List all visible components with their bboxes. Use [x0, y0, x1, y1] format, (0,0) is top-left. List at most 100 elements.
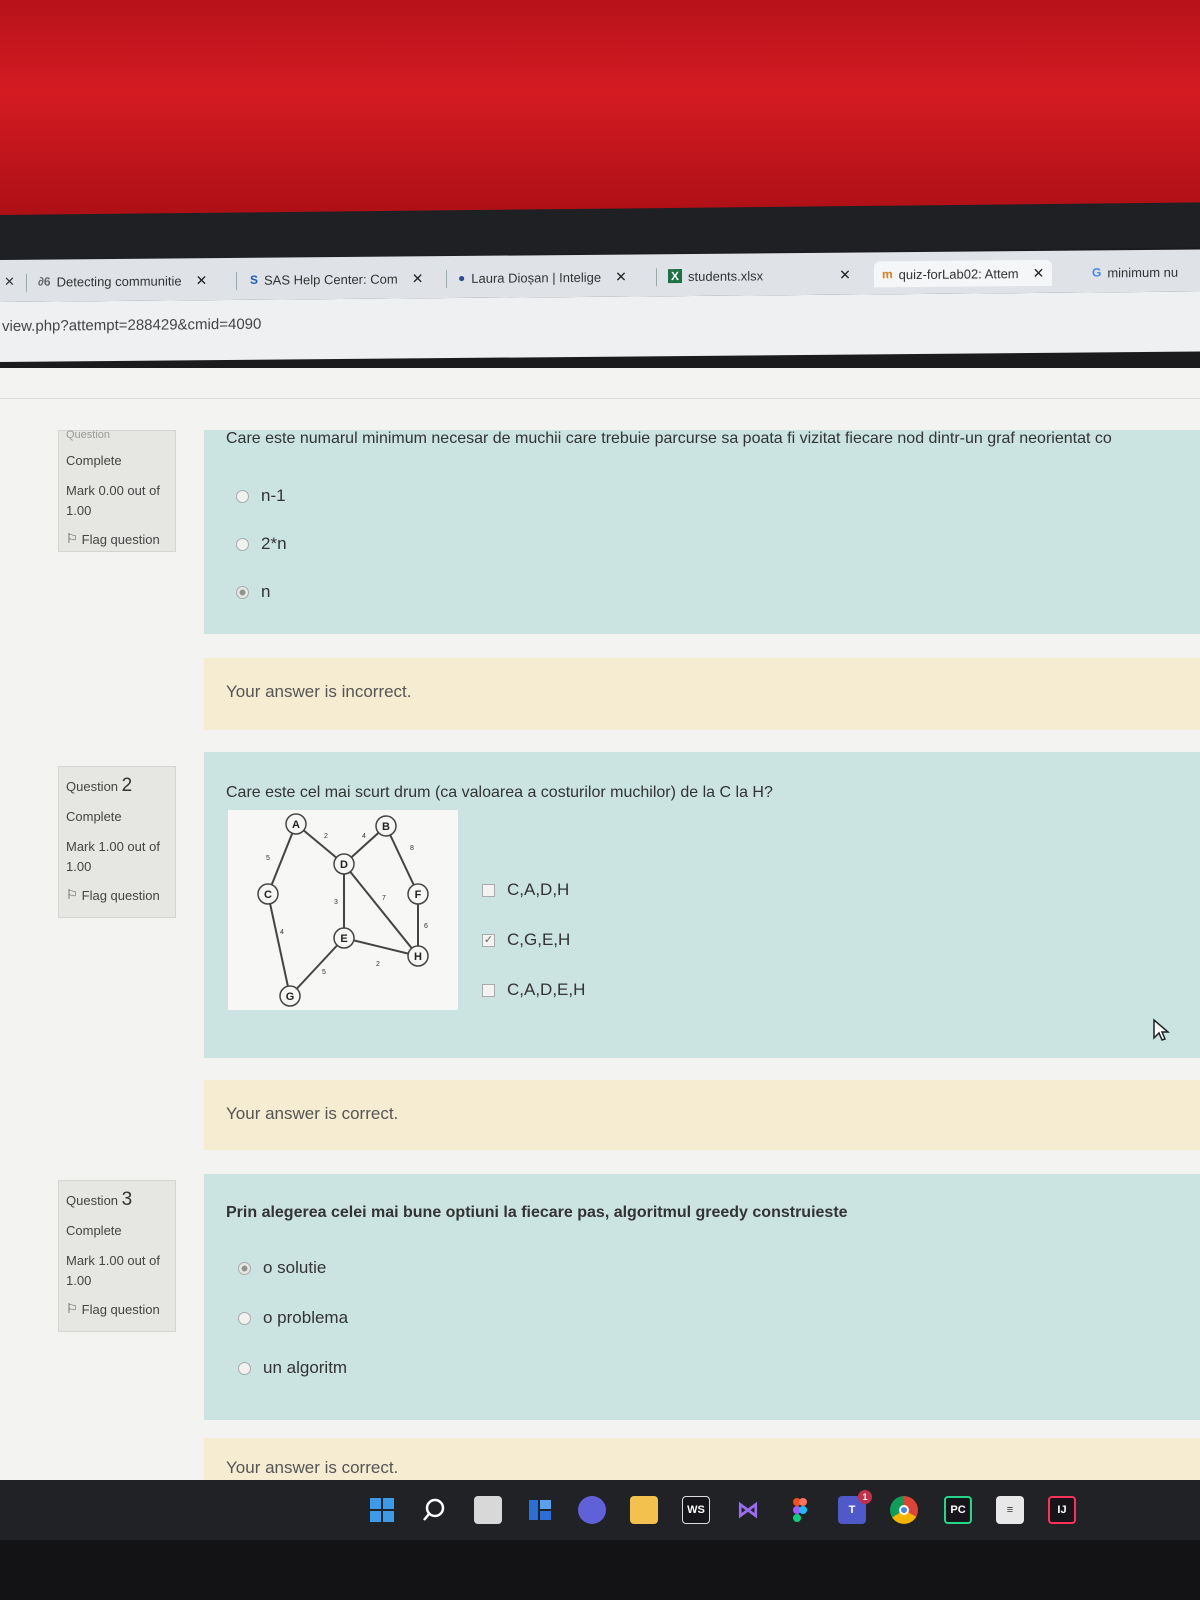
node-label: E	[340, 933, 347, 945]
tab-label: minimum nu	[1107, 264, 1179, 280]
quiz-review-page: Question Complete Mark 0.00 out of 1.00 …	[0, 368, 1200, 1480]
flag-question-link[interactable]: ⚐ Flag question	[66, 531, 168, 547]
flag-icon: ⚐	[66, 1301, 78, 1316]
intellij-icon[interactable]: IJ	[1048, 1496, 1076, 1524]
mouse-cursor-icon	[1153, 1018, 1170, 1041]
search-icon[interactable]	[420, 1496, 448, 1524]
question-2-info: Question 2 Complete Mark 1.00 out of 1.0…	[58, 766, 176, 918]
notepad-icon[interactable]: ≡	[996, 1496, 1024, 1524]
url-text[interactable]: view.php?attempt=288429&cmid=4090	[2, 316, 261, 335]
checkbox[interactable]	[482, 983, 495, 997]
excel-icon: X	[668, 269, 683, 284]
question-3-box: Prin alegerea celei mai bune optiuni la …	[204, 1174, 1200, 1420]
moodle-icon: m	[882, 267, 893, 282]
teams-icon[interactable]: T 1	[838, 1490, 872, 1524]
answer-option[interactable]: C,A,D,E,H	[482, 980, 585, 1000]
tab-label: quiz-forLab02: Attem	[898, 265, 1019, 282]
tab-label: students.xlsx	[688, 267, 764, 284]
tab-detecting-communities[interactable]: ∂6 Detecting communitie ✕	[38, 267, 207, 294]
radio-button-selected[interactable]	[236, 585, 249, 599]
site-favicon-icon: ●	[458, 270, 466, 286]
tab-close-icon[interactable]: ✕	[412, 270, 424, 287]
answer-option-selected[interactable]: n	[236, 582, 270, 602]
task-view-icon[interactable]	[474, 1496, 502, 1524]
widgets-icon[interactable]	[526, 1496, 554, 1524]
question-mark: Mark 1.00 out of 1.00	[66, 839, 160, 874]
radio-button-selected[interactable]	[238, 1261, 251, 1275]
visual-studio-icon[interactable]: ⋈	[734, 1496, 762, 1524]
answer-option-selected[interactable]: o solutie	[238, 1258, 326, 1278]
background-wall	[0, 0, 1200, 232]
chat-icon[interactable]	[578, 1496, 606, 1524]
node-label: G	[286, 991, 295, 1003]
question-mark: Mark 0.00 out of 1.00	[66, 483, 160, 518]
tab-close-icon[interactable]: ✕	[1033, 264, 1045, 281]
checkbox-checked[interactable]: ✓	[482, 933, 495, 947]
node-label: F	[415, 889, 422, 901]
answer-option[interactable]: n-1	[236, 486, 286, 506]
figma-icon[interactable]	[786, 1496, 814, 1524]
flag-question-link[interactable]: ⚐ Flag question	[66, 887, 168, 903]
radio-button[interactable]	[236, 489, 249, 503]
tab-label: SAS Help Center: Com	[264, 271, 398, 288]
chrome-icon[interactable]	[890, 1496, 918, 1524]
question-text: Care este numarul minimum necesar de muc…	[226, 430, 1112, 447]
question-2-feedback: Your answer is correct.	[204, 1080, 1200, 1150]
tab-students-xlsx[interactable]: X students.xlsx ✕	[668, 262, 851, 290]
graph-edge	[343, 863, 419, 957]
edge-weight: 3	[334, 899, 338, 906]
radio-button[interactable]	[238, 1311, 251, 1325]
question-1-box: Care este numarul minimum necesar de muc…	[204, 430, 1200, 634]
file-explorer-icon[interactable]	[630, 1496, 658, 1524]
question-status: Complete	[66, 1223, 122, 1238]
edge-weight: 4	[280, 929, 284, 936]
question-1-feedback: Your answer is incorrect.	[204, 658, 1200, 730]
windows-taskbar: WS ⋈ T 1 PC ≡ IJ	[0, 1480, 1200, 1540]
answer-option[interactable]: o problema	[238, 1308, 348, 1328]
node-label: D	[340, 859, 348, 871]
question-mark: Mark 1.00 out of 1.00	[66, 1253, 160, 1288]
flag-icon: ⚐	[66, 531, 78, 546]
edge-weight: 2	[376, 961, 380, 968]
answer-option[interactable]: C,A,D,H	[482, 880, 569, 900]
question-1-info: Question Complete Mark 0.00 out of 1.00 …	[58, 429, 176, 552]
answer-option-selected[interactable]: ✓ C,G,E,H	[482, 930, 570, 950]
flag-icon: ⚐	[66, 887, 78, 902]
radio-button[interactable]	[238, 1361, 251, 1375]
question-number: Question 3	[66, 1189, 133, 1210]
webstorm-icon[interactable]: WS	[682, 1496, 710, 1524]
node-label: C	[264, 889, 272, 901]
tab-google-search[interactable]: G minimum nu	[1092, 259, 1178, 286]
tab-label: Detecting communitie	[56, 272, 182, 290]
site-favicon-icon: ∂6	[38, 274, 51, 289]
answer-option[interactable]: un algoritm	[238, 1358, 347, 1378]
question-status: Complete	[66, 453, 122, 468]
address-bar[interactable]: view.php?attempt=288429&cmid=4090	[0, 291, 1200, 362]
node-label: H	[414, 951, 422, 963]
tab-sas-help-center[interactable]: S SAS Help Center: Com ✕	[250, 265, 423, 293]
close-window-icon[interactable]: ✕	[4, 269, 15, 295]
graph-edge	[267, 823, 297, 895]
sas-logo-icon: S	[250, 272, 259, 287]
radio-button[interactable]	[236, 537, 249, 551]
question-text: Care este cel mai scurt drum (ca valoare…	[226, 784, 773, 801]
google-icon: G	[1092, 265, 1102, 280]
tab-close-icon[interactable]: ✕	[196, 272, 208, 289]
graph-edge	[385, 825, 419, 895]
question-number: Question	[66, 429, 111, 441]
flag-question-link[interactable]: ⚐ Flag question	[66, 1301, 168, 1317]
answer-option[interactable]: 2*n	[236, 534, 287, 554]
tab-label: Laura Dioșan | Intelige	[471, 269, 602, 286]
tab-close-icon[interactable]: ✕	[839, 266, 851, 283]
tab-laura-diosan[interactable]: ● Laura Dioșan | Intelige ✕	[458, 264, 627, 291]
checkbox[interactable]	[482, 883, 495, 897]
pycharm-icon[interactable]: PC	[944, 1496, 972, 1524]
edge-weight: 5	[322, 969, 326, 976]
edge-weight: 8	[410, 845, 414, 852]
edge-weight: 7	[382, 895, 386, 902]
node-label: A	[292, 819, 300, 831]
graph-edge	[267, 893, 291, 997]
tab-quiz-forlab02[interactable]: m quiz-forLab02: Attem ✕	[874, 259, 1053, 288]
windows-icon[interactable]	[368, 1496, 396, 1524]
tab-close-icon[interactable]: ✕	[615, 268, 627, 285]
